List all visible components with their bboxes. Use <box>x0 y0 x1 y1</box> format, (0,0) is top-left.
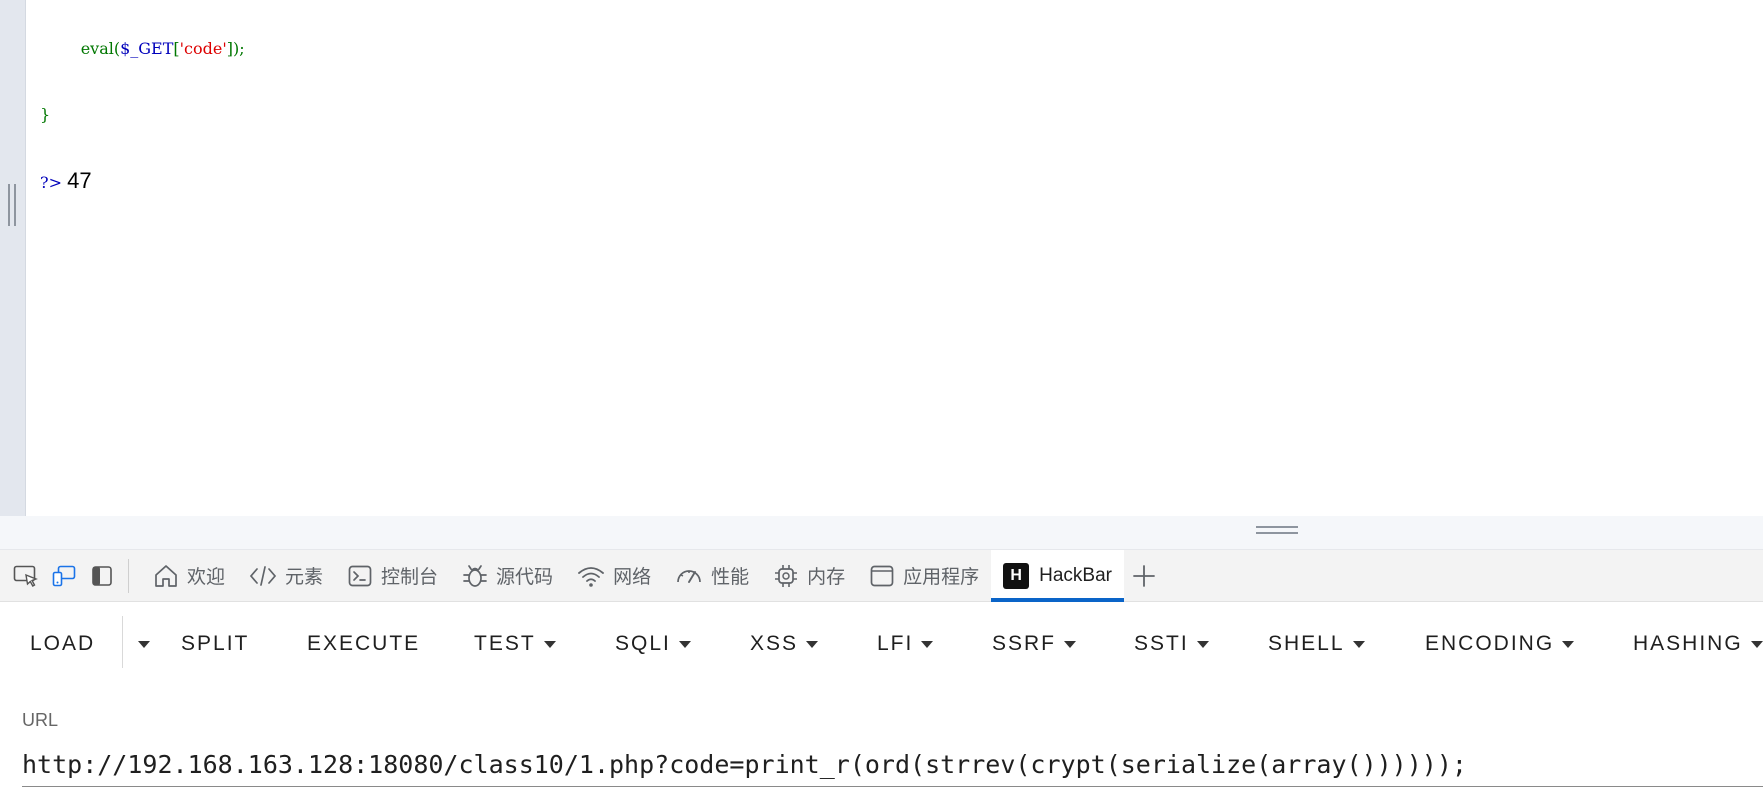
inspect-element-icon[interactable] <box>8 558 44 594</box>
tab-network[interactable]: 网络 <box>565 550 663 602</box>
execute-button[interactable]: EXECUTE <box>307 628 420 660</box>
code-icon <box>249 565 277 586</box>
hashing-menu[interactable]: HASHING <box>1633 628 1763 660</box>
tab-sources[interactable]: 源代码 <box>450 550 565 602</box>
tabbar-separator <box>128 558 129 593</box>
left-gutter <box>0 0 26 516</box>
url-input[interactable] <box>22 742 1763 787</box>
gauge-icon <box>677 569 701 583</box>
tab-performance[interactable]: 性能 <box>663 550 761 602</box>
load-split-divider <box>122 616 123 668</box>
code-line-close-tag: ?> 47 <box>40 168 92 193</box>
hackbar-logo-icon: H <box>1003 562 1030 589</box>
app-window-icon <box>870 565 894 586</box>
caret-down-icon <box>138 640 150 648</box>
resize-grip-icon[interactable] <box>1256 526 1298 534</box>
caret-down-icon <box>543 640 556 648</box>
chip-icon <box>775 564 798 587</box>
plus-icon <box>1133 564 1155 587</box>
tab-memory[interactable]: 内存 <box>761 550 857 602</box>
load-options-dropdown[interactable] <box>130 628 150 660</box>
devtools-tabbar: 欢迎 元素 控制台 源代码 网络 性能 内存 应用程序 H HackBar <box>0 549 1763 602</box>
tab-welcome[interactable]: 欢迎 <box>141 550 237 602</box>
devtools-resize-bar[interactable] <box>0 516 1763 550</box>
device-emulation-icon[interactable] <box>46 558 82 594</box>
encoding-menu[interactable]: ENCODING <box>1425 628 1575 660</box>
shell-menu[interactable]: SHELL <box>1268 628 1365 660</box>
load-button[interactable]: LOAD <box>30 628 95 660</box>
caret-down-icon <box>1750 640 1763 648</box>
caret-down-icon <box>806 640 819 648</box>
caret-down-icon <box>1196 640 1209 648</box>
ssti-menu[interactable]: SSTI <box>1134 628 1209 660</box>
ssrf-menu[interactable]: SSRF <box>992 628 1077 660</box>
execution-output: 47 <box>67 168 92 193</box>
tab-application[interactable]: 应用程序 <box>857 550 991 602</box>
wifi-icon <box>578 566 604 587</box>
lfi-menu[interactable]: LFI <box>877 628 934 660</box>
url-label: URL <box>22 710 59 730</box>
dock-side-icon[interactable] <box>84 558 120 594</box>
sqli-menu[interactable]: SQLI <box>615 628 691 660</box>
test-menu[interactable]: TEST <box>474 628 556 660</box>
caret-down-icon <box>921 640 934 648</box>
bug-icon <box>463 564 487 587</box>
console-icon <box>348 565 372 586</box>
caret-down-icon <box>1352 640 1365 648</box>
xss-menu[interactable]: XSS <box>750 628 819 660</box>
code-line-eval: eval($_GET['code']); <box>80 39 245 58</box>
php-source-code: eval($_GET['code']); } ?> 47 <box>40 0 245 244</box>
gutter-resize-handle[interactable] <box>8 184 16 226</box>
caret-down-icon <box>678 640 691 648</box>
home-icon <box>155 564 177 587</box>
caret-down-icon <box>1562 640 1575 648</box>
caret-down-icon <box>1064 640 1077 648</box>
tab-console[interactable]: 控制台 <box>335 550 450 602</box>
page-content: eval($_GET['code']); } ?> 47 <box>0 0 1763 516</box>
split-button[interactable]: SPLIT <box>181 628 249 660</box>
tab-hackbar[interactable]: H HackBar <box>991 549 1124 602</box>
code-line-brace: } <box>40 105 51 124</box>
hackbar-toolbar: LOAD SPLIT EXECUTE TEST SQLI XSS LFI SSR… <box>0 602 1763 684</box>
add-tab-button[interactable] <box>1124 550 1164 602</box>
tab-elements[interactable]: 元素 <box>237 550 335 602</box>
